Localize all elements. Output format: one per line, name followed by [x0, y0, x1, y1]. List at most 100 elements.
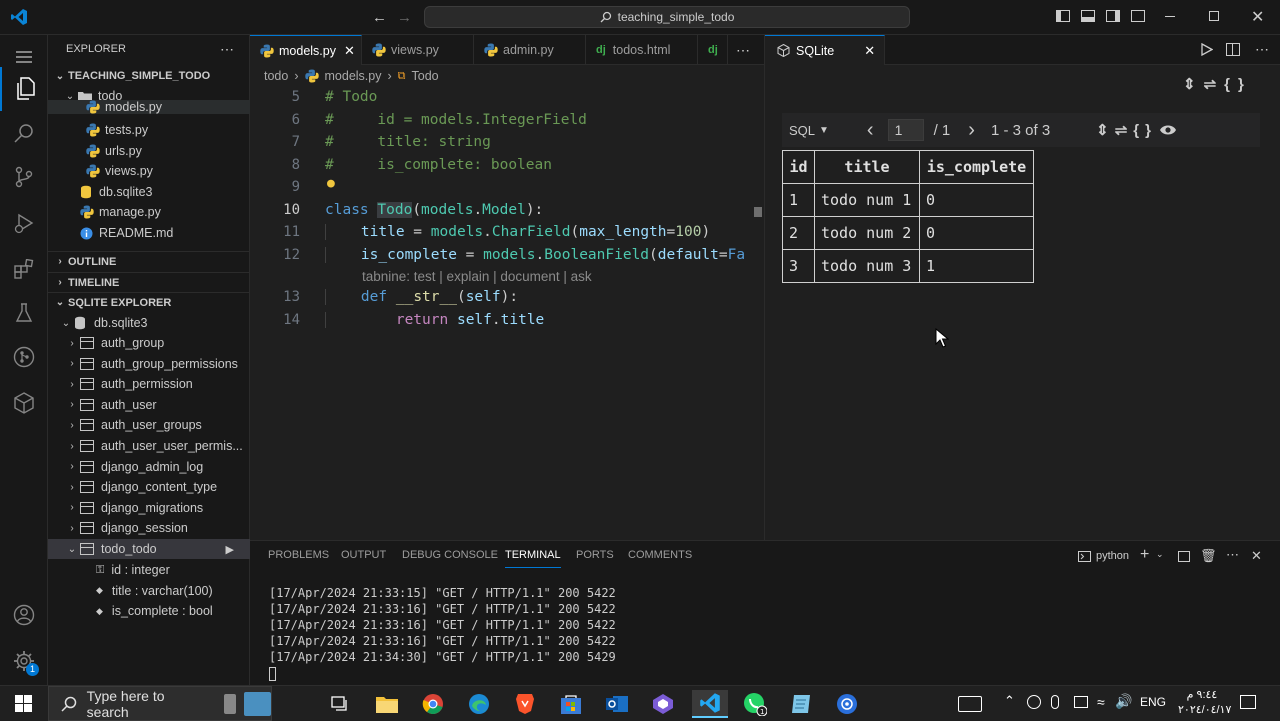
run-debug-icon[interactable]	[0, 201, 48, 245]
file-item[interactable]: models.py	[48, 100, 250, 114]
terminal-cursor[interactable]	[269, 667, 276, 681]
tab-todos-html[interactable]: dj todos.html	[586, 35, 698, 65]
windows-start-icon[interactable]	[15, 695, 32, 712]
visual-studio-icon[interactable]	[649, 690, 677, 718]
table-cell[interactable]: 3	[782, 249, 815, 283]
file-item[interactable]: views.py	[48, 161, 250, 181]
sqlite-column-item[interactable]: ◆ is_complete : bool	[48, 601, 250, 621]
wifi-icon[interactable]: ≈	[1097, 694, 1105, 710]
source-control-icon[interactable]	[0, 155, 48, 199]
close-tab-icon[interactable]: ✕	[344, 43, 355, 59]
nav-forward-icon[interactable]: →	[397, 9, 412, 26]
tab-models-py[interactable]: models.py ✕	[250, 35, 362, 65]
toggle-secondary-sidebar-icon[interactable]	[1106, 10, 1120, 22]
play-icon[interactable]: ▶	[226, 543, 234, 556]
vscode-taskbar-icon[interactable]	[692, 690, 728, 718]
tab-debug-console[interactable]: DEBUG CONSOLE	[402, 549, 498, 561]
sqlite-table-item[interactable]: › auth_group	[48, 333, 250, 353]
file-item[interactable]: db.sqlite3	[48, 182, 250, 202]
explorer-icon[interactable]	[0, 67, 48, 111]
app-icon[interactable]	[833, 690, 861, 718]
edge-icon[interactable]	[465, 690, 493, 718]
table-row[interactable]: 3 todo num 3 1	[782, 249, 1034, 283]
notification-app-icon[interactable]	[1074, 696, 1088, 708]
sqlite-column-item[interactable]: ⚿ id : integer	[48, 560, 250, 580]
nav-back-icon[interactable]: ←	[372, 9, 387, 26]
webcam-icon[interactable]	[1027, 695, 1041, 709]
column-header[interactable]: title	[814, 150, 920, 184]
table-cell[interactable]: 1	[782, 183, 815, 217]
keyboard-icon[interactable]	[958, 696, 982, 712]
column-header[interactable]: is_complete	[919, 150, 1034, 184]
table-cell[interactable]: todo num 3	[814, 249, 920, 283]
sqlite-table-item[interactable]: › auth_group_permissions	[48, 354, 250, 374]
scrollbar-thumb[interactable]	[754, 207, 762, 217]
table-row[interactable]: 2 todo num 2 0	[782, 216, 1034, 250]
file-explorer-icon[interactable]	[373, 690, 401, 718]
toggle-sidebar-icon[interactable]	[1056, 10, 1070, 22]
git-graph-icon[interactable]	[0, 335, 48, 379]
extensions-icon[interactable]	[0, 247, 48, 291]
more-actions-icon[interactable]: ⋯	[220, 41, 235, 58]
settings-gear-icon[interactable]: 1	[0, 639, 48, 683]
minimize-icon[interactable]	[1165, 16, 1175, 17]
whatsapp-icon[interactable]: 1	[741, 690, 769, 718]
breadcrumb-symbol[interactable]: Todo	[412, 69, 439, 83]
sqlite-table-item[interactable]: › django_migrations	[48, 498, 250, 518]
sqlite-table-item[interactable]: › django_content_type	[48, 477, 250, 497]
task-view-icon[interactable]	[326, 690, 354, 718]
close-tab-icon[interactable]: ✕	[864, 43, 875, 59]
table-cell[interactable]: 0	[919, 216, 1034, 250]
project-folder-header[interactable]: ⌄ TEACHING_SIMPLE_TODO	[48, 66, 250, 86]
tab-overflow-django[interactable]: dj	[698, 35, 728, 65]
taskbar-search-box[interactable]: Type here to search	[48, 686, 272, 721]
table-row[interactable]: 1 todo num 1 0	[782, 183, 1034, 217]
code-editor[interactable]: 5 6 7 8 9 10 11 12 13 14 # Todo # id = m…	[250, 87, 764, 540]
new-terminal-icon[interactable]: +	[1140, 546, 1149, 564]
tabnine-codelens[interactable]: tabnine: test | explain | document | ask	[362, 269, 592, 284]
volume-icon[interactable]: 🔊	[1115, 693, 1132, 710]
timeline-section[interactable]: › TIMELINE	[48, 272, 250, 292]
sql-mode-dropdown[interactable]: SQL	[789, 123, 815, 138]
tab-views-py[interactable]: views.py	[362, 35, 474, 65]
sqlite-table-item[interactable]: › django_session	[48, 518, 250, 538]
tab-output[interactable]: OUTPUT	[341, 549, 386, 561]
sqlite-column-item[interactable]: ◆ title : varchar(100)	[48, 581, 250, 601]
sqlite-table-item[interactable]: › django_admin_log	[48, 457, 250, 477]
clock[interactable]: ٩:٤٤ م ٢٠٢٤/٠٤/١٧	[1178, 688, 1231, 718]
chrome-icon[interactable]	[419, 690, 447, 718]
store-icon[interactable]	[557, 690, 585, 718]
more-actions-icon[interactable]: ⋯	[736, 42, 750, 59]
file-item[interactable]: urls.py	[48, 141, 250, 161]
tab-terminal[interactable]: TERMINAL	[505, 549, 561, 568]
sqlite-cube-icon[interactable]	[0, 381, 48, 425]
outline-section[interactable]: › OUTLINE	[48, 251, 250, 271]
file-item[interactable]: manage.py	[48, 202, 250, 222]
result-export-actions[interactable]: ⇕⇌{}	[1096, 121, 1157, 139]
database-item[interactable]: ⌄ db.sqlite3	[48, 313, 250, 333]
outlook-icon[interactable]	[603, 690, 631, 718]
split-terminal-icon[interactable]	[1178, 551, 1190, 562]
sqlite-explorer-section[interactable]: ⌄ SQLITE EXPLORER	[48, 292, 250, 312]
table-cell[interactable]: 2	[782, 216, 815, 250]
lightbulb-icon[interactable]: ●	[327, 176, 335, 191]
notepad-icon[interactable]	[787, 690, 815, 718]
input-language[interactable]: ENG	[1140, 695, 1166, 709]
close-window-icon[interactable]: ✕	[1251, 7, 1264, 27]
run-icon[interactable]	[1201, 43, 1213, 56]
page-input[interactable]: 1	[887, 119, 924, 141]
restore-icon[interactable]	[1209, 11, 1219, 21]
account-icon[interactable]	[0, 593, 48, 637]
tab-sqlite[interactable]: SQLite ✕	[765, 35, 885, 65]
tab-ports[interactable]: PORTS	[576, 549, 614, 561]
microphone-icon[interactable]	[1051, 695, 1059, 709]
file-item[interactable]: README.md	[48, 223, 250, 243]
chevron-up-icon[interactable]: ⌃	[1004, 693, 1015, 709]
brave-icon[interactable]	[511, 690, 539, 718]
table-cell[interactable]: todo num 2	[814, 216, 920, 250]
prev-page-icon[interactable]: ‹	[867, 119, 874, 142]
file-item[interactable]: tests.py	[48, 120, 250, 140]
more-actions-icon[interactable]: ⋯	[1226, 547, 1239, 563]
command-center-search[interactable]: teaching_simple_todo	[424, 6, 910, 28]
sqlite-table-item[interactable]: › auth_user_user_permis...	[48, 436, 250, 456]
